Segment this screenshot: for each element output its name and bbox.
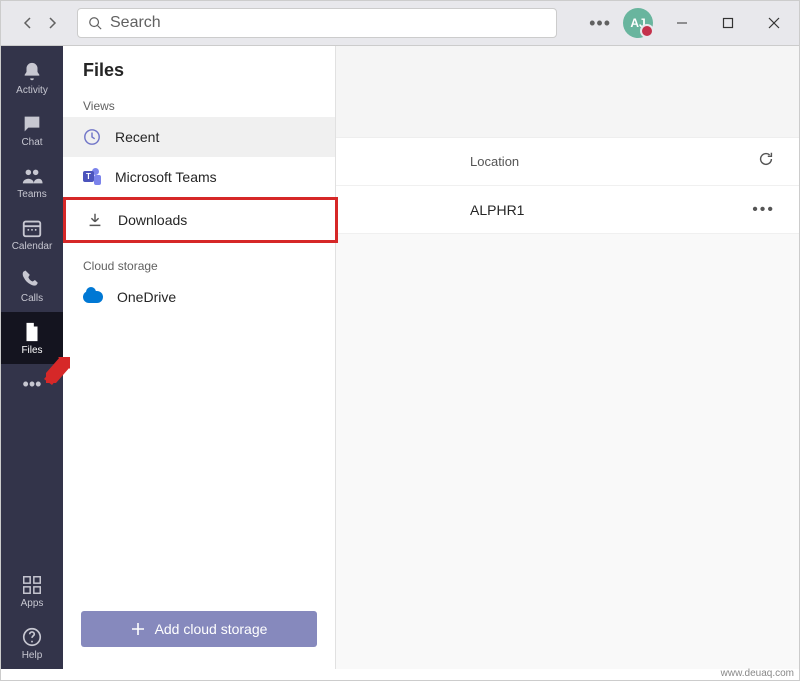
close-button[interactable] — [757, 8, 791, 38]
clock-icon — [83, 128, 101, 146]
rail-calendar[interactable]: Calendar — [1, 208, 63, 260]
view-onedrive[interactable]: OneDrive — [63, 277, 335, 317]
watermark: www.deuaq.com — [721, 668, 794, 679]
view-microsoft-teams[interactable]: T Microsoft Teams — [63, 157, 335, 197]
rail-chat[interactable]: Chat — [1, 104, 63, 156]
user-avatar[interactable]: AJ — [623, 8, 653, 38]
view-downloads[interactable]: Downloads — [63, 197, 338, 243]
add-cloud-storage-button[interactable]: Add cloud storage — [81, 611, 317, 647]
download-icon — [86, 211, 104, 229]
refresh-button[interactable] — [757, 150, 775, 173]
maximize-button[interactable] — [711, 8, 745, 38]
file-row[interactable]: ALPHR1 ••• — [336, 186, 799, 234]
forward-button[interactable] — [42, 13, 62, 33]
file-row-name: ALPHR1 — [360, 202, 752, 218]
rail-files[interactable]: Files — [1, 312, 63, 364]
app-rail: Activity Chat Teams Calendar Calls Files… — [1, 46, 63, 669]
views-section-label: Views — [63, 93, 335, 117]
history-nav — [9, 13, 71, 33]
calendar-icon — [21, 217, 43, 239]
rail-more[interactable]: ••• — [23, 364, 42, 404]
minimize-button[interactable] — [665, 8, 699, 38]
file-icon — [21, 321, 43, 343]
teams-app-icon: T — [83, 168, 101, 186]
bell-icon — [21, 61, 43, 83]
cloud-section-label: Cloud storage — [63, 253, 335, 277]
detail-column-header: Location — [336, 138, 799, 186]
help-icon — [21, 626, 43, 648]
rail-calls[interactable]: Calls — [1, 260, 63, 312]
page-title: Files — [63, 60, 335, 93]
rail-help[interactable]: Help — [1, 617, 63, 669]
detail-header-space — [336, 46, 799, 138]
back-button[interactable] — [18, 13, 38, 33]
rail-teams[interactable]: Teams — [1, 156, 63, 208]
files-sidebar: Files Views Recent T Microsoft Teams Dow… — [63, 46, 336, 669]
teams-icon — [21, 165, 43, 187]
refresh-icon — [757, 150, 775, 168]
more-options-button[interactable]: ••• — [589, 13, 611, 34]
search-placeholder: Search — [110, 14, 161, 32]
view-recent[interactable]: Recent — [63, 117, 335, 157]
apps-icon — [21, 574, 43, 596]
phone-icon — [21, 269, 43, 291]
chat-icon — [21, 113, 43, 135]
row-more-button[interactable]: ••• — [752, 201, 775, 219]
rail-apps[interactable]: Apps — [1, 565, 63, 617]
location-column-header: Location — [360, 154, 757, 169]
search-input[interactable]: Search — [77, 8, 557, 38]
titlebar-right: ••• AJ — [589, 8, 791, 38]
rail-activity[interactable]: Activity — [1, 52, 63, 104]
plus-icon — [131, 622, 145, 636]
files-detail: Location ALPHR1 ••• — [336, 46, 799, 669]
title-bar: Search ••• AJ — [0, 0, 800, 46]
onedrive-icon — [83, 291, 103, 303]
